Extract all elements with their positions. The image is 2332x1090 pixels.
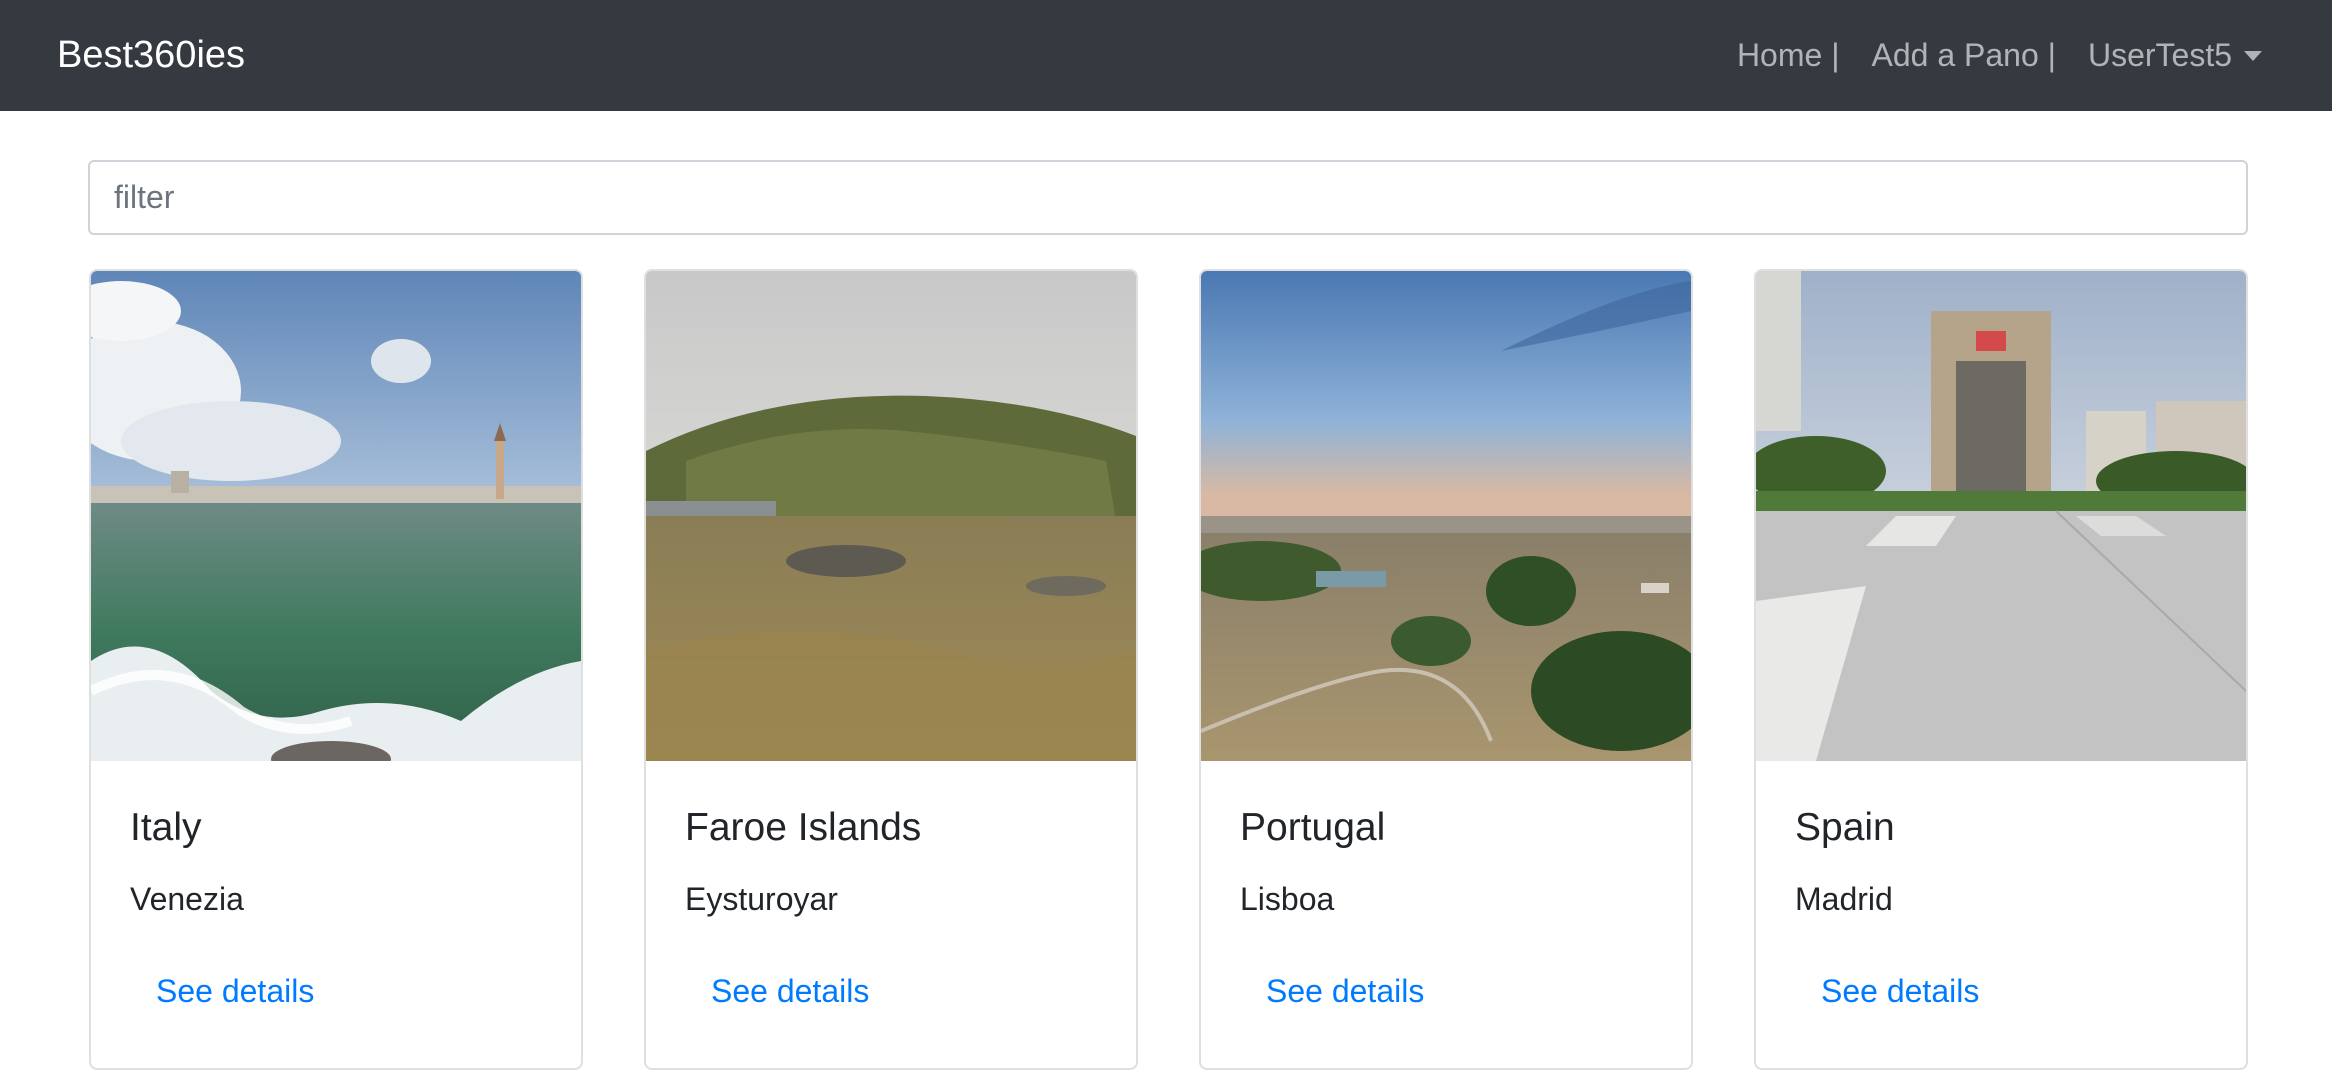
pano-thumbnail[interactable] <box>91 271 581 761</box>
filter-input[interactable] <box>88 160 2248 235</box>
see-details-link[interactable]: See details <box>1821 971 1979 1011</box>
nav-add-pano-link[interactable]: Add a Pano | <box>1872 30 2056 80</box>
card-title: Italy <box>130 806 202 849</box>
user-menu-dropdown[interactable]: UserTest5 <box>2088 30 2262 80</box>
user-menu-label: UserTest5 <box>2087 37 2232 73</box>
pano-thumbnail[interactable] <box>646 271 1136 761</box>
card-subtitle: Lisboa <box>1240 881 1335 917</box>
card-title: Spain <box>1795 806 1895 849</box>
pano-thumbnail[interactable] <box>1201 271 1691 761</box>
pano-card: Portugal Lisboa See details <box>1199 269 1693 1070</box>
top-navbar: Best360ies Home | Add a Pano | UserTest5 <box>0 0 2332 111</box>
pano-card: Spain Madrid See details <box>1754 269 2248 1070</box>
card-subtitle: Venezia <box>130 881 244 917</box>
card-title: Faroe Islands <box>685 806 922 849</box>
see-details-link[interactable]: See details <box>1266 971 1424 1011</box>
see-details-link[interactable]: See details <box>711 971 869 1011</box>
pano-thumbnail[interactable] <box>1756 271 2246 761</box>
pano-card: Faroe Islands Eysturoyar See details <box>644 269 1138 1070</box>
caret-down-icon <box>2244 51 2262 61</box>
card-subtitle: Madrid <box>1795 881 1893 917</box>
card-subtitle: Eysturoyar <box>685 881 838 917</box>
nav-links: Home | Add a Pano | UserTest5 <box>1737 30 2262 80</box>
card-title: Portugal <box>1240 806 1386 849</box>
nav-home-link[interactable]: Home | <box>1737 30 1840 80</box>
see-details-link[interactable]: See details <box>156 971 314 1011</box>
pano-card: Italy Venezia See details <box>89 269 583 1070</box>
brand-logo[interactable]: Best360ies <box>57 30 245 80</box>
